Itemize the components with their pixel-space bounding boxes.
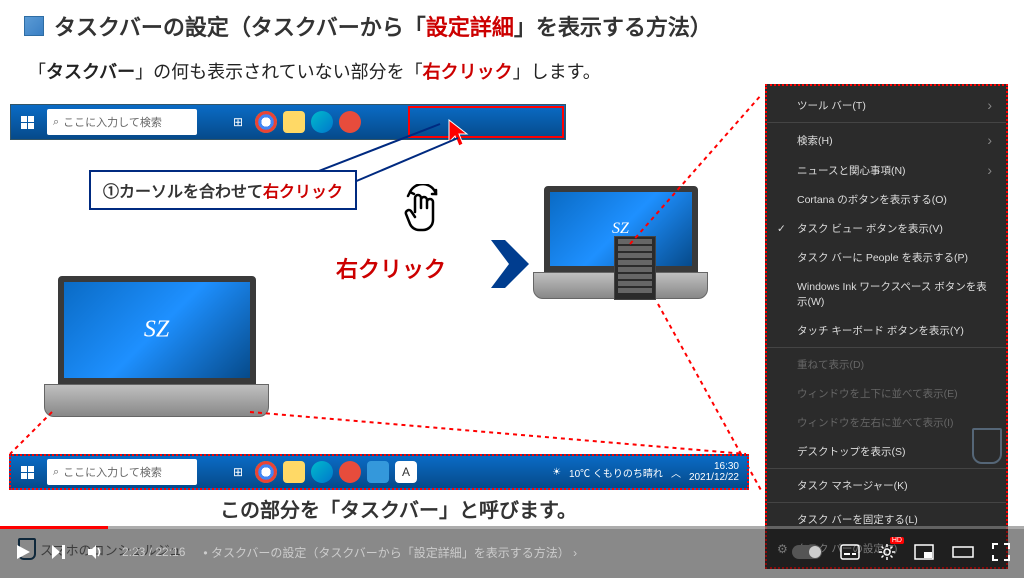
start-button-2[interactable] [11, 454, 43, 490]
menu-item: ウィンドウを上下に並べて表示(E) [767, 379, 1006, 408]
weather-icon: ☀ [552, 467, 561, 478]
instruction-line: 「タスクバー」の何も表示されていない部分を「右クリック」します。 [28, 58, 996, 84]
menu-item-label: 重ねて表示(D) [797, 357, 864, 372]
menu-item-label: 検索(H) [797, 133, 833, 148]
menu-item[interactable]: ニュースと関心事項(N) [767, 155, 1006, 185]
volume-button[interactable] [86, 543, 104, 561]
menu-item-label: ツール バー(T) [797, 98, 866, 113]
progress-track[interactable] [0, 526, 1024, 529]
menu-item[interactable]: Windows Ink ワークスペース ボタンを表示(W) [767, 272, 1006, 316]
taskbar-context-menu: ツール バー(T) 検索(H) ニュースと関心事項(N) Cortana のボタンを表… [765, 84, 1008, 569]
miniplayer-button[interactable] [914, 544, 934, 560]
bullet-icon [24, 16, 44, 36]
time-display: 2:23 / 22:16 [122, 545, 185, 559]
content-area: ⌕ ここに入力して検索 ⊞ ①カーソルを合わせて右クリック 右クリック SZ S… [0, 94, 1024, 524]
rightclick-label: 右クリック [336, 252, 446, 284]
menu-item-label: タスク バーを固定する(L) [797, 512, 918, 527]
app-icon-2[interactable] [339, 461, 361, 483]
subtitles-button[interactable] [840, 544, 860, 560]
menu-item-label: デスクトップを表示(S) [797, 444, 906, 459]
clock-time: 16:30 [689, 461, 739, 472]
settings-button[interactable] [878, 543, 896, 561]
app-icon-4[interactable]: A [395, 461, 417, 483]
weather-text: 10℃ くもりのち晴れ [569, 465, 663, 480]
autoplay-toggle[interactable] [792, 545, 822, 559]
chapter-title: • タスクバーの設定（タスクバーから「設定詳細」を表示する方法） › [203, 544, 577, 561]
shield-icon [972, 428, 1002, 464]
menu-divider [767, 468, 1006, 469]
menu-item-label: Cortana のボタンを表示する(O) [797, 192, 947, 207]
menu-divider [767, 502, 1006, 503]
explorer-icon-2[interactable] [283, 461, 305, 483]
menu-item[interactable]: Cortana のボタンを表示する(O) [767, 185, 1006, 214]
windows-icon-2 [21, 466, 34, 479]
video-player-bar: 2:23 / 22:16 • タスクバーの設定（タスクバーから「設定詳細」を表示… [0, 526, 1024, 578]
menu-item-label: タスク ビュー ボタンを表示(V) [797, 221, 943, 236]
player-controls: 2:23 / 22:16 • タスクバーの設定（タスクバーから「設定詳細」を表示… [0, 526, 1024, 578]
app-icon-3[interactable] [367, 461, 389, 483]
mini-context-menu [614, 236, 656, 300]
menu-item[interactable]: ツール バー(T) [767, 90, 1006, 120]
menu-item[interactable]: タスク バーに People を表示する(P) [767, 243, 1006, 272]
title-pre: タスクバーの設定（タスクバーから「 [54, 15, 426, 40]
clock-date: 2021/12/22 [689, 472, 739, 483]
edge-icon-2[interactable] [311, 461, 333, 483]
bottom-caption: この部分を「タスクバー」と呼びます。 [220, 494, 577, 523]
menu-item-label: タスク バーに People を表示する(P) [797, 250, 968, 265]
menu-item-label: ウィンドウを左右に並べて表示(I) [797, 415, 954, 430]
progress-fill [0, 526, 108, 529]
menu-item[interactable]: タッチ キーボード ボタンを表示(Y) [767, 316, 1006, 345]
fullscreen-button[interactable] [992, 543, 1010, 561]
search-box-2[interactable]: ⌕ ここに入力して検索 [47, 459, 197, 485]
laptop-image-1: SZ [44, 276, 269, 426]
menu-item[interactable]: タスク マネージャー(K) [767, 471, 1006, 500]
system-tray[interactable]: ☀ 10℃ くもりのち晴れ ︿ 16:30 2021/12/22 [552, 461, 747, 483]
taskbar-example-bottom: ⌕ ここに入力して検索 ⊞ A ☀ 10℃ くもりのち晴れ ︿ 16:30 20… [9, 454, 749, 490]
menu-item[interactable]: デスクトップを表示(S) [767, 437, 1006, 466]
menu-item: 重ねて表示(D) [767, 350, 1006, 379]
menu-item[interactable]: 検索(H) [767, 125, 1006, 155]
title-post: 」を表示する方法） [514, 15, 712, 40]
title-red: 設定詳細 [426, 15, 514, 40]
task-view-icon-2[interactable]: ⊞ [227, 461, 249, 483]
arrow-right-icon [485, 234, 535, 294]
menu-divider [767, 122, 1006, 123]
menu-item[interactable]: タスク ビュー ボタンを表示(V) [767, 214, 1006, 243]
menu-item-label: ニュースと関心事項(N) [797, 163, 906, 178]
menu-item: ウィンドウを左右に並べて表示(I) [767, 408, 1006, 437]
menu-divider [767, 347, 1006, 348]
next-button[interactable] [50, 543, 68, 561]
chrome-icon-2[interactable] [255, 461, 277, 483]
theater-button[interactable] [952, 544, 974, 560]
menu-item-label: タスク マネージャー(K) [797, 478, 908, 493]
menu-item-label: ウィンドウを上下に並べて表示(E) [797, 386, 958, 401]
tray-up-icon[interactable]: ︿ [671, 465, 681, 480]
search-icon-2: ⌕ [53, 466, 59, 479]
play-button[interactable] [14, 543, 32, 561]
slide-title: タスクバーの設定（タスクバーから「設定詳細」を表示する方法） [54, 10, 712, 42]
hand-icon [398, 184, 446, 250]
taskbar-icons-2: ⊞ A [227, 456, 417, 488]
callout-box: ①カーソルを合わせて右クリック [89, 170, 357, 210]
menu-item-label: タッチ キーボード ボタンを表示(Y) [797, 323, 964, 338]
menu-item-label: Windows Ink ワークスペース ボタンを表示(W) [797, 279, 992, 309]
slide-header: タスクバーの設定（タスクバーから「設定詳細」を表示する方法） [0, 0, 1024, 52]
